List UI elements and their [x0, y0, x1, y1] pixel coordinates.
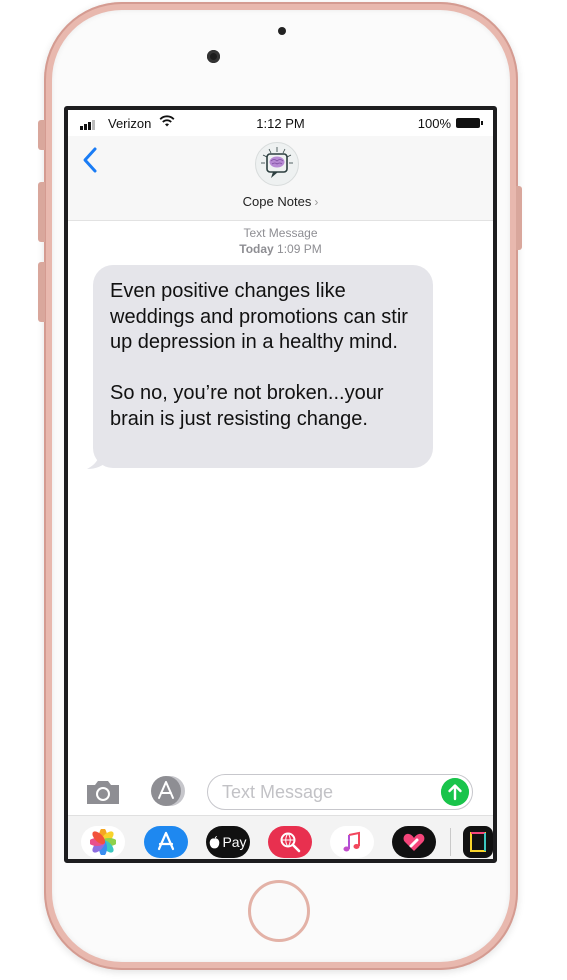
- status-bar: Verizon 1:12 PM 100%: [68, 110, 493, 136]
- battery-percent: 100%: [417, 116, 451, 131]
- contact-avatar[interactable]: [255, 142, 299, 186]
- message-service-label: Text Message: [243, 226, 318, 240]
- message-input[interactable]: Text Message: [207, 774, 473, 810]
- timestamp-time: 1:09 PM: [277, 242, 322, 256]
- chevron-right-icon: ›: [314, 195, 319, 209]
- stickers-icon[interactable]: [463, 826, 493, 858]
- apple-pay-label: Pay: [222, 834, 247, 850]
- timestamp-date: Today: [239, 242, 274, 256]
- home-button[interactable]: [248, 880, 310, 942]
- message-timestamp: Today 1:09 PM: [68, 242, 493, 256]
- screen: Verizon 1:12 PM 100% Cope Notes › Text M…: [64, 106, 497, 863]
- conversation-header: Cope Notes ›: [68, 136, 493, 221]
- contact-name: Cope Notes: [242, 194, 312, 209]
- proximity-sensor: [278, 27, 286, 35]
- power-button: [516, 186, 522, 250]
- battery-icon: [456, 118, 483, 128]
- tray-divider: [450, 828, 451, 856]
- message-paragraph-1: Even positive changes like weddings and …: [110, 280, 408, 353]
- app-store-icon[interactable]: [144, 826, 188, 858]
- volume-down-button: [38, 262, 45, 322]
- volume-up-button: [38, 182, 45, 242]
- back-chevron-icon[interactable]: [80, 146, 106, 176]
- web-search-icon[interactable]: [268, 826, 312, 858]
- camera-icon[interactable]: [84, 778, 122, 806]
- mute-switch: [38, 120, 45, 150]
- message-paragraph-2: So no, you’re not broken...your brain is…: [110, 382, 384, 430]
- apple-pay-icon[interactable]: Pay: [206, 826, 250, 858]
- music-icon[interactable]: [330, 826, 374, 858]
- imessage-app-tray: Pay: [68, 815, 493, 859]
- received-message-bubble[interactable]: Even positive changes like weddings and …: [93, 265, 433, 468]
- digital-touch-icon[interactable]: [392, 826, 436, 858]
- app-store-toggle-icon[interactable]: [148, 774, 188, 808]
- front-camera: [207, 50, 220, 63]
- brain-logo-icon: [261, 147, 293, 178]
- contact-name-row[interactable]: Cope Notes ›: [68, 194, 493, 209]
- photos-icon[interactable]: [81, 826, 125, 858]
- message-input-placeholder: Text Message: [222, 782, 334, 802]
- composer-bar: Text Message: [68, 770, 493, 814]
- send-arrow-icon[interactable]: [441, 778, 469, 806]
